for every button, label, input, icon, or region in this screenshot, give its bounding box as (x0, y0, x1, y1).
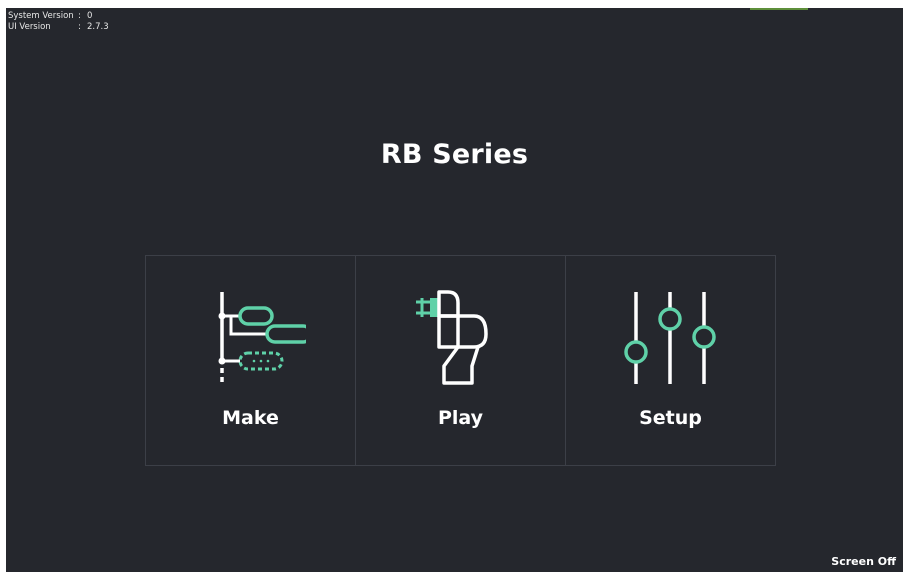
setup-button[interactable]: Setup (565, 256, 775, 465)
ui-version-row: UI Version : 2.7.3 (8, 22, 109, 33)
main-menu: Make Play Setup (145, 255, 776, 466)
system-version-row: System Version : 0 (8, 11, 109, 22)
system-version-value: 0 (87, 11, 93, 21)
setup-label: Setup (639, 407, 702, 429)
make-button[interactable]: Make (146, 256, 355, 465)
ui-version-separator: : (78, 22, 81, 32)
page-title: RB Series (380, 139, 529, 170)
play-label: Play (437, 407, 484, 429)
sliders-icon (623, 292, 716, 384)
make-label: Make (222, 407, 279, 429)
ui-version-label: UI Version (8, 22, 51, 32)
system-version-separator: : (78, 11, 81, 21)
play-button[interactable]: Play (355, 256, 565, 465)
status-indicator-bar (750, 8, 808, 10)
main-screen: System Version : 0 UI Version : 2.7.3 RB… (6, 8, 903, 572)
system-version-label: System Version (8, 11, 74, 21)
ui-version-value: 2.7.3 (87, 22, 109, 32)
screen-off-button[interactable]: Screen Off (831, 555, 896, 568)
program-tree-icon (218, 292, 306, 382)
version-info: System Version : 0 UI Version : 2.7.3 (8, 11, 109, 33)
robot-arm-icon (415, 290, 488, 385)
